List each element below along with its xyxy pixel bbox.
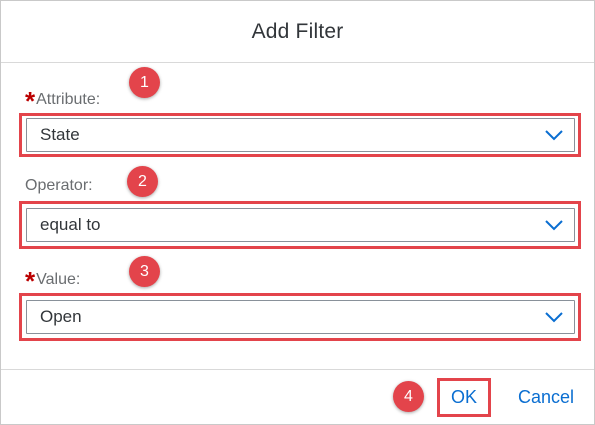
attribute-select-value: State bbox=[40, 125, 80, 144]
required-marker: * bbox=[25, 266, 36, 296]
dialog-footer bbox=[1, 369, 594, 425]
add-filter-dialog: Add Filter * Attribute: 1 State Operator… bbox=[0, 0, 595, 425]
value-label-text: Value: bbox=[36, 271, 81, 288]
chevron-down-icon[interactable] bbox=[534, 209, 574, 241]
step-badge-4: 4 bbox=[393, 381, 424, 412]
attribute-label-text: Attribute: bbox=[36, 91, 101, 108]
operator-select[interactable]: equal to bbox=[26, 208, 575, 242]
value-select-value: Open bbox=[40, 307, 82, 326]
operator-label-text: Operator: bbox=[25, 177, 93, 194]
required-marker: * bbox=[25, 86, 36, 116]
value-select[interactable]: Open bbox=[26, 300, 575, 334]
cancel-button[interactable]: Cancel bbox=[507, 383, 585, 412]
ok-button[interactable]: OK bbox=[442, 383, 486, 412]
attribute-select[interactable]: State bbox=[26, 118, 575, 152]
operator-select-value: equal to bbox=[40, 215, 101, 234]
chevron-down-icon[interactable] bbox=[534, 301, 574, 333]
step-badge-3: 3 bbox=[129, 256, 160, 287]
chevron-down-icon[interactable] bbox=[534, 119, 574, 151]
step-badge-2: 2 bbox=[127, 166, 158, 197]
attribute-label: * Attribute: bbox=[25, 86, 101, 116]
step-badge-1: 1 bbox=[129, 67, 160, 98]
value-label: * Value: bbox=[25, 266, 81, 296]
operator-label: Operator: bbox=[25, 177, 93, 195]
dialog-header: Add Filter bbox=[1, 1, 594, 63]
dialog-title: Add Filter bbox=[251, 19, 344, 43]
